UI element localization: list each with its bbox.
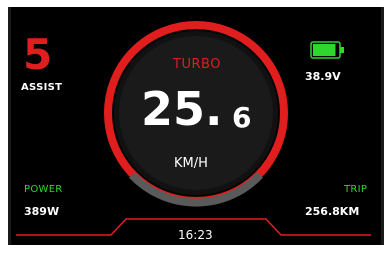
speed-decimal: 6 xyxy=(232,101,252,134)
assist-mode: TURBO xyxy=(173,57,221,72)
assist-label: ASSIST xyxy=(21,82,63,93)
clock-time: 16:23 xyxy=(178,228,213,242)
battery-voltage: 38.9V xyxy=(305,70,341,83)
power-label: POWER xyxy=(24,184,63,195)
speed-unit: KM/H xyxy=(174,156,208,171)
right-screen-edge xyxy=(381,7,384,245)
speed-integer: 25. xyxy=(141,82,223,136)
trip-label: TRIP xyxy=(344,184,368,195)
assist-level: 5 xyxy=(23,30,53,79)
battery-icon xyxy=(310,41,344,59)
